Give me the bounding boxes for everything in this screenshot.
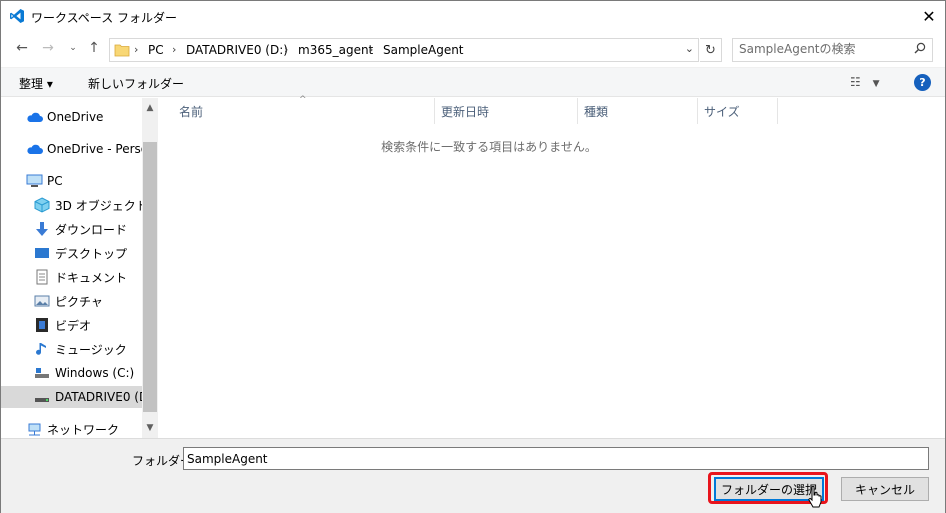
column-header-date-modified[interactable]: 更新日時: [435, 98, 578, 124]
window-title: ワークスペース フォルダー: [31, 11, 178, 25]
address-dropdown-chevron-icon[interactable]: ⌄: [685, 42, 694, 55]
search-input[interactable]: [739, 42, 904, 56]
organize-button[interactable]: 整理 ▾: [19, 75, 53, 92]
cancel-button[interactable]: キャンセル: [841, 477, 929, 501]
desktop-icon: [33, 245, 51, 261]
cloud-icon: [25, 109, 43, 125]
sidebar-item-desktop[interactable]: デスクトップ: [1, 242, 142, 264]
folder-name-field[interactable]: [183, 447, 929, 470]
sidebar-item-onedrive-personal[interactable]: OneDrive - Personal: [1, 138, 142, 160]
help-icon[interactable]: ?: [914, 74, 931, 91]
picture-icon: [33, 293, 51, 309]
view-options-button[interactable]: ☷ ▼: [850, 75, 880, 89]
title-bar: ワークスペース フォルダー ✕: [1, 1, 945, 32]
recent-locations-chevron-icon[interactable]: ⌄: [64, 39, 82, 57]
scrollbar-thumb[interactable]: [143, 142, 157, 412]
forward-arrow-icon[interactable]: →: [39, 39, 57, 57]
close-icon: ✕: [922, 7, 936, 26]
sidebar-item-datadrive-d[interactable]: DATADRIVE0 (D:): [1, 386, 142, 408]
chevron-down-icon: ▼: [872, 79, 880, 89]
command-toolbar: 整理 ▾ 新しいフォルダー ☷ ▼ ?: [1, 67, 945, 97]
close-button[interactable]: ✕: [913, 1, 945, 32]
address-bar[interactable]: › PC › DATADRIVE0 (D:) › m365_agent › Sa…: [109, 38, 699, 62]
folder-icon: [114, 44, 130, 57]
sidebar-item-network[interactable]: ネットワーク: [1, 418, 142, 438]
up-arrow-icon[interactable]: ↑: [85, 39, 103, 57]
download-icon: [33, 221, 51, 237]
column-header-size[interactable]: サイズ: [698, 98, 778, 124]
vscode-app-icon: [10, 9, 24, 23]
network-icon: [25, 421, 43, 437]
nav-pane-scrollbar[interactable]: ▲ ▼: [142, 98, 158, 438]
scroll-down-icon[interactable]: ▼: [142, 420, 158, 436]
mouse-cursor-icon: [808, 486, 822, 508]
breadcrumb-datadrive[interactable]: DATADRIVE0 (D:): [186, 43, 288, 57]
breadcrumb-separator-icon: ›: [369, 43, 374, 56]
sidebar-item-pc[interactable]: PC: [1, 170, 142, 192]
drive-icon: [33, 365, 51, 381]
video-icon: [33, 317, 51, 333]
sidebar-item-onedrive[interactable]: OneDrive: [1, 106, 142, 128]
file-list: ^ 名前 更新日時 種類 サイズ 検索条件に一致する項目はありません。: [159, 95, 944, 438]
breadcrumb-separator-icon: ›: [134, 43, 139, 56]
sidebar-item-documents[interactable]: ドキュメント: [1, 266, 142, 288]
breadcrumb-m365-agent[interactable]: m365_agent: [298, 43, 373, 57]
cube-icon: [33, 197, 51, 213]
navigation-bar: ← → ⌄ ↑ › PC › DATADRIVE0 (D:) › m365_ag…: [1, 34, 945, 64]
sidebar-item-videos[interactable]: ビデオ: [1, 314, 142, 336]
refresh-icon: ↻: [705, 42, 716, 58]
column-header-name[interactable]: 名前: [173, 98, 435, 124]
column-header-type[interactable]: 種類: [578, 98, 698, 124]
scroll-up-icon[interactable]: ▲: [142, 100, 158, 116]
breadcrumb-separator-icon: ›: [284, 43, 289, 56]
computer-icon: [25, 173, 43, 189]
search-icon: [914, 42, 926, 54]
cloud-icon: [25, 141, 43, 157]
breadcrumb-sampleagent[interactable]: SampleAgent: [383, 43, 464, 57]
new-folder-button[interactable]: 新しいフォルダー: [88, 75, 184, 92]
document-icon: [33, 269, 51, 285]
breadcrumb-separator-icon: ›: [172, 43, 177, 56]
breadcrumb-pc[interactable]: PC: [148, 43, 164, 57]
sidebar-item-3d-objects[interactable]: 3D オブジェクト: [1, 194, 142, 216]
sidebar-item-pictures[interactable]: ピクチャ: [1, 290, 142, 312]
empty-results-message: 検索条件に一致する項目はありません。: [381, 140, 597, 154]
sidebar-item-windows-c[interactable]: Windows (C:): [1, 362, 142, 384]
folder-picker-dialog: ワークスペース フォルダー ✕ ← → ⌄ ↑ › PC › DATADRIVE…: [0, 0, 946, 513]
sidebar-item-downloads[interactable]: ダウンロード: [1, 218, 142, 240]
view-list-icon: ☷: [850, 75, 861, 89]
search-box[interactable]: [732, 38, 933, 62]
refresh-button[interactable]: ↻: [700, 38, 722, 62]
back-arrow-icon[interactable]: ←: [13, 39, 31, 57]
drive-icon: [33, 389, 51, 405]
sidebar-item-music[interactable]: ミュージック: [1, 338, 142, 360]
navigation-pane: OneDrive OneDrive - Personal PC 3D オブジェク…: [1, 98, 158, 438]
music-icon: [33, 341, 51, 357]
